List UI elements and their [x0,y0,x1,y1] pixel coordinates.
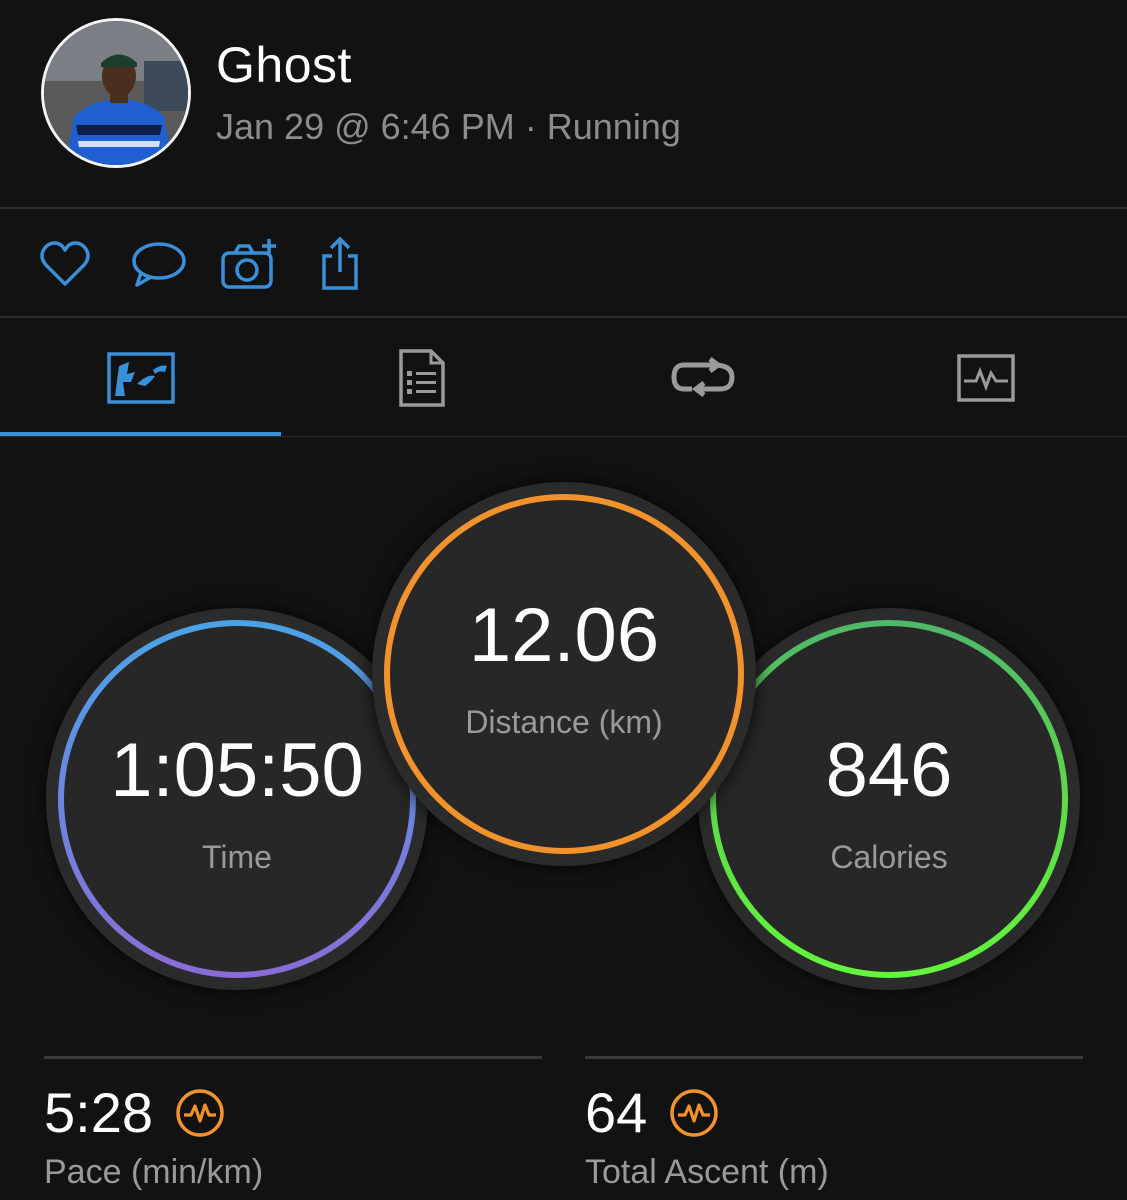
laps-loop-icon [670,357,735,397]
comment-icon [132,242,186,287]
activity-header: Ghost Jan 29 @ 6:46 PM · Running [0,0,1127,208]
time-label: Time [202,838,272,875]
activity-type: Running [546,106,681,147]
user-name[interactable]: Ghost [216,36,352,94]
time-value: 1:05:50 [110,727,364,813]
distance-label: Distance (km) [465,703,663,740]
details-list-icon [398,349,445,407]
ascent-divider [585,1056,1083,1059]
pace-stat[interactable]: 5:28 Pace (min/km) [44,1056,542,1192]
activity-meta: Jan 29 @ 6:46 PM · Running [216,106,681,148]
avatar[interactable] [41,18,191,168]
heart-icon [40,241,90,286]
activity-pulse-icon [669,1088,719,1138]
like-button[interactable] [35,234,95,294]
comment-button[interactable] [128,234,188,294]
total-ascent-label: Total Ascent (m) [585,1153,829,1191]
pace-label: Pace (min/km) [44,1153,264,1191]
add-photo-button[interactable] [219,234,279,294]
share-button[interactable] [310,234,370,294]
activity-page: Ghost Jan 29 @ 6:46 PM · Running 1:05:50… [0,0,1127,1200]
tab-graphs[interactable] [845,320,1126,436]
camera-add-icon [221,239,276,289]
time-stat-circle[interactable]: 1:05:50 Time [46,608,428,990]
calories-value: 846 [825,727,953,813]
calories-label: Calories [830,838,948,875]
map-icon [106,352,175,404]
tab-map[interactable] [0,320,281,436]
tab-laps[interactable] [562,320,843,436]
pace-divider [44,1056,542,1059]
activity-pulse-icon [175,1088,225,1138]
distance-stat-circle[interactable]: 12.06 Distance (km) [372,482,756,866]
actions-divider [0,316,1127,318]
distance-value: 12.06 [468,592,660,678]
avatar-photo [44,21,188,165]
header-divider [0,207,1127,209]
share-icon [322,236,358,290]
activity-date-time: Jan 29 @ 6:46 PM [216,106,515,147]
graph-chart-icon [956,354,1015,402]
pace-value: 5:28 [44,1081,153,1144]
tab-details[interactable] [281,320,562,436]
total-ascent-stat[interactable]: 64 Total Ascent (m) [585,1056,1083,1192]
meta-separator: · [524,106,537,147]
tabs-divider [0,436,1127,437]
total-ascent-value: 64 [585,1081,648,1144]
